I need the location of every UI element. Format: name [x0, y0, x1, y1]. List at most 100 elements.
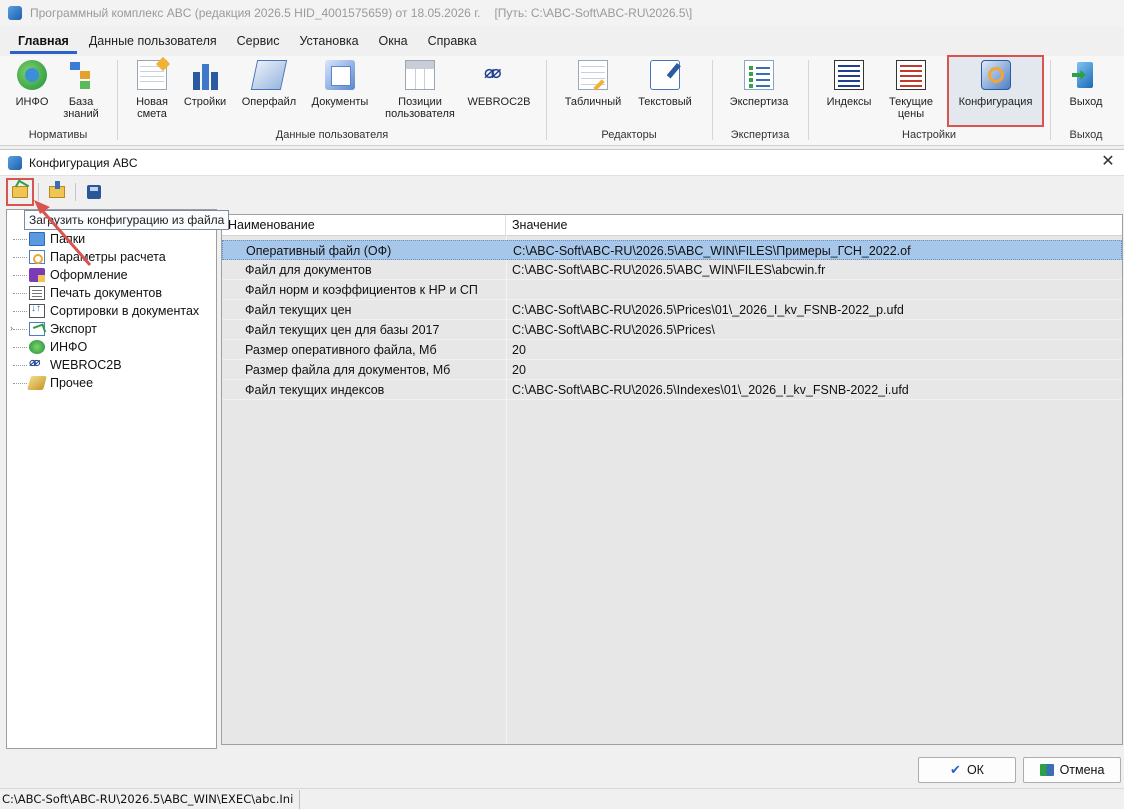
text-editor-label: Текстовый — [638, 96, 692, 108]
row-name: Размер оперативного файла, Мб — [245, 343, 437, 357]
info-icon — [17, 60, 47, 90]
sort-icon — [29, 303, 45, 318]
settings-grid: Наименование Значение Оперативный файл (… — [221, 214, 1123, 745]
column-header-name[interactable]: Наименование — [222, 215, 506, 236]
tab-main[interactable]: Главная — [10, 30, 77, 54]
load-config-button[interactable] — [6, 178, 34, 206]
operfile-label: Оперфайл — [241, 96, 297, 108]
documents-button[interactable]: Документы — [308, 60, 372, 108]
row-value[interactable]: C:\ABC-Soft\ABC-RU\2026.5\ABC_WIN\FILES\… — [507, 241, 1121, 259]
dialog-titlebar: Конфигурация ABC ✕ — [0, 150, 1124, 176]
tree-item-design[interactable]: Оформление — [7, 266, 128, 284]
tab-user-data[interactable]: Данные пользователя — [81, 30, 225, 54]
row-name: Оперативный файл (ОФ) — [246, 244, 392, 258]
column-header-value[interactable]: Значение — [506, 215, 1122, 236]
indexes-label: Индексы — [826, 96, 872, 108]
window-title: Программный комплекс ABC (редакция 2026.… — [30, 6, 481, 20]
documents-icon — [325, 60, 355, 90]
configuration-button[interactable]: Конфигурация — [947, 55, 1044, 127]
operfile-button[interactable]: Оперфайл — [240, 60, 298, 108]
user-positions-button[interactable]: Позиции пользователя — [382, 60, 458, 120]
tabular-editor-label: Табличный — [564, 96, 622, 108]
tree-item-info[interactable]: ИНФО — [7, 338, 87, 356]
configuration-label: Конфигурация — [958, 96, 1033, 108]
status-bar: C:\ABC-Soft\ABC-RU\2026.5\ABC_WIN\EXEC\a… — [0, 788, 1124, 809]
knowledge-base-button[interactable]: База знаний — [60, 60, 102, 120]
webroc2b-button[interactable]: WEBROC2B — [468, 60, 531, 108]
constructions-button[interactable]: Стройки — [182, 60, 228, 108]
knowledge-base-label: База знаний — [63, 96, 99, 120]
table-row[interactable]: Размер файла для документов, Мб 20 — [222, 360, 1122, 380]
close-icon[interactable]: ✕ — [1100, 153, 1116, 171]
table-row[interactable]: Файл текущих индексов C:\ABC-Soft\ABC-RU… — [222, 380, 1122, 400]
tree-item-sorting[interactable]: Сортировки в документах — [7, 302, 199, 320]
design-icon — [29, 268, 45, 282]
row-value[interactable] — [506, 280, 1120, 299]
tooltip: Загрузить конфигурацию из файла — [24, 210, 230, 230]
exit-button[interactable]: Выход — [1062, 60, 1110, 108]
tab-service[interactable]: Сервис — [229, 30, 288, 54]
cancel-button[interactable]: Отмена — [1023, 757, 1121, 783]
window-path: [Путь: C:\ABC-Soft\ABC-RU\2026.5\] — [494, 6, 693, 20]
expertise-button[interactable]: Экспертиза — [726, 60, 792, 108]
ribbon-separator — [117, 60, 118, 140]
configuration-dialog: Конфигурация ABC ✕ Загрузить конфигураци… — [0, 149, 1124, 786]
table-row[interactable]: Размер оперативного файла, Мб 20 — [222, 340, 1122, 360]
tree-item-webroc2b[interactable]: WEBROC2B — [7, 355, 122, 374]
indexes-button[interactable]: Индексы — [822, 60, 876, 108]
webroc2b-icon — [29, 355, 45, 372]
current-prices-icon — [896, 60, 926, 90]
text-editor-icon — [650, 60, 680, 90]
webroc2b-icon — [484, 60, 514, 90]
tree-item-print[interactable]: Печать документов — [7, 284, 162, 302]
table-row[interactable]: Файл текущих цен C:\ABC-Soft\ABC-RU\2026… — [222, 300, 1122, 320]
table-row[interactable]: Файл для документов C:\ABC-Soft\ABC-RU\2… — [222, 260, 1122, 280]
folder-icon — [29, 232, 45, 246]
row-value[interactable]: C:\ABC-Soft\ABC-RU\2026.5\ABC_WIN\FILES\… — [506, 260, 1120, 279]
ribbon-separator — [546, 60, 547, 140]
group-label-user-data: Данные пользователя — [275, 129, 389, 141]
buildings-icon — [190, 60, 220, 90]
export-icon — [29, 322, 45, 336]
save-config-button[interactable] — [82, 180, 106, 204]
toolbar-separator — [75, 183, 76, 201]
chevron-right-icon[interactable]: › — [10, 323, 13, 333]
tree-item-calc-params[interactable]: Параметры расчета — [7, 248, 166, 266]
tree-item-folders[interactable]: Папки — [7, 230, 85, 248]
ribbon-separator — [712, 60, 713, 140]
row-value[interactable]: 20 — [506, 360, 1120, 379]
folder-open-icon — [12, 186, 28, 198]
checkmark-icon: ✔ — [950, 762, 961, 777]
ok-button[interactable]: ✔ ОК — [918, 757, 1016, 783]
table-row[interactable]: Оперативный файл (ОФ) C:\ABC-Soft\ABC-RU… — [222, 240, 1122, 260]
row-value[interactable]: 20 — [506, 340, 1120, 359]
floppy-disk-icon — [87, 185, 101, 199]
table-row[interactable]: Файл текущих цен для базы 2017 C:\ABC-So… — [222, 320, 1122, 340]
table-row[interactable]: Файл норм и коэффициентов к НР и СП — [222, 280, 1122, 300]
tab-help[interactable]: Справка — [420, 30, 485, 54]
ini-path: C:\ABC-Soft\ABC-RU\2026.5\ABC_WIN\EXEC\a… — [0, 789, 301, 809]
user-positions-icon — [405, 60, 435, 90]
text-editor-button[interactable]: Текстовый — [634, 60, 696, 108]
group-label-expertise: Экспертиза — [730, 129, 790, 141]
current-prices-label: Текущие цены — [889, 96, 933, 120]
info-button[interactable]: ИНФО — [12, 60, 52, 108]
row-value[interactable]: C:\ABC-Soft\ABC-RU\2026.5\Indexes\01\_20… — [506, 380, 1120, 399]
row-name: Файл текущих индексов — [245, 383, 385, 397]
new-estimate-button[interactable]: Новая смета — [130, 60, 174, 120]
tree-item-other[interactable]: Прочее — [7, 374, 93, 392]
indexes-icon — [834, 60, 864, 90]
tabular-editor-button[interactable]: Табличный — [562, 60, 624, 108]
toolbar-separator — [38, 183, 39, 201]
operfile-icon — [250, 60, 288, 90]
tab-windows[interactable]: Окна — [371, 30, 416, 54]
folder-up-button[interactable] — [45, 180, 69, 204]
row-value[interactable]: C:\ABC-Soft\ABC-RU\2026.5\Prices\01\_202… — [506, 300, 1120, 319]
user-positions-label: Позиции пользователя — [385, 96, 455, 120]
tree-item-export[interactable]: › Экспорт — [7, 320, 97, 338]
ribbon-separator — [808, 60, 809, 140]
current-prices-button[interactable]: Текущие цены — [882, 60, 940, 120]
row-value[interactable]: C:\ABC-Soft\ABC-RU\2026.5\Prices\ — [506, 320, 1120, 339]
tab-install[interactable]: Установка — [291, 30, 366, 54]
group-label-settings: Настройки — [902, 129, 956, 141]
